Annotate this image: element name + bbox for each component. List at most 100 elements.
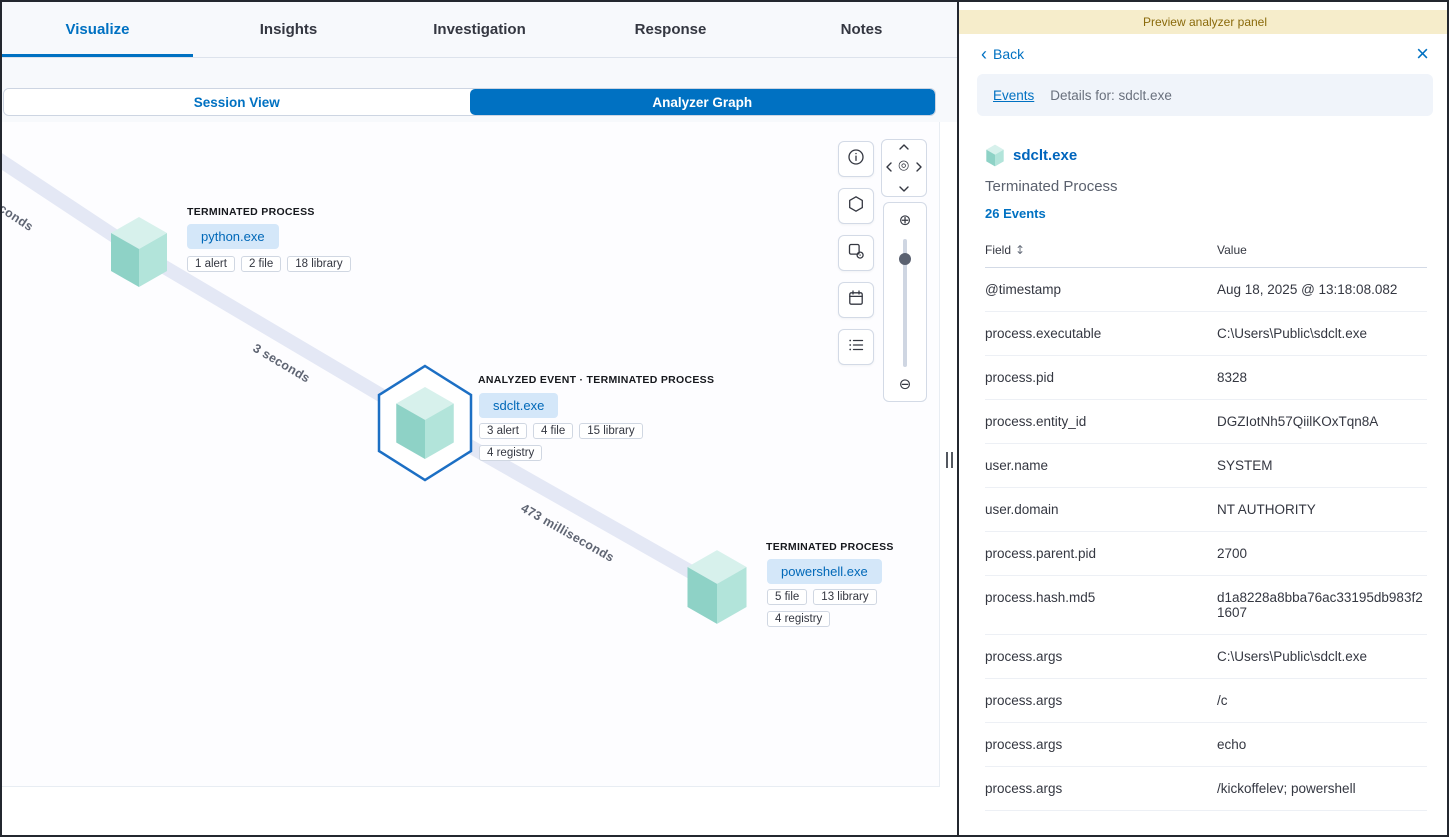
table-row: @timestampAug 18, 2025 @ 13:18:08.082 — [985, 268, 1427, 312]
table-row: process.argsecho — [985, 723, 1427, 767]
table-row: user.nameSYSTEM — [985, 444, 1427, 488]
pan-east-icon[interactable] — [916, 162, 922, 172]
process-cube-icon — [985, 144, 1005, 167]
tab-bar: Visualize Insights Investigation Respons… — [2, 2, 957, 58]
pan-north-icon[interactable] — [899, 144, 909, 150]
sort-icon[interactable]: ↕ — [1015, 243, 1025, 257]
panel-banner: Preview analyzer panel — [959, 10, 1449, 34]
field-name: process.args — [985, 679, 1217, 723]
node-badge: 15 library — [579, 423, 642, 439]
analyzer-graph-canvas[interactable]: seconds 3 seconds 473 milliseconds TERMI… — [2, 122, 940, 787]
chevron-left-icon: ‹ — [981, 47, 987, 61]
table-row: process.entity_idDGZIotNh57QiilKOxTqn8A — [985, 400, 1427, 444]
field-value: echo — [1217, 723, 1427, 767]
table-row: process.pid8328 — [985, 356, 1427, 400]
field-value: d1a8228a8bba76ac33195db983f21607 — [1217, 576, 1427, 635]
field-value: SYSTEM — [1217, 444, 1427, 488]
table-row: process.hash.md5d1a8228a8bba76ac33195db9… — [985, 576, 1427, 635]
list-icon — [847, 336, 865, 359]
pan-west-icon[interactable] — [886, 162, 892, 172]
field-name: process.pid — [985, 356, 1217, 400]
event-list-button[interactable] — [838, 329, 874, 365]
node-badges-python: 1 alert2 file18 library — [187, 256, 351, 272]
field-name: user.domain — [985, 488, 1217, 532]
node-events-link[interactable]: 26 Events — [985, 206, 1046, 221]
panel-nav-row: ‹ Back × — [959, 34, 1449, 70]
field-value: DGZIotNh57QiilKOxTqn8A — [1217, 400, 1427, 444]
field-name: user.name — [985, 444, 1217, 488]
breadcrumb-events-link[interactable]: Events — [993, 88, 1034, 103]
tab-visualize[interactable]: Visualize — [2, 2, 193, 57]
edge-label: 473 milliseconds — [519, 501, 617, 565]
field-name: process.parent.pid — [985, 532, 1217, 576]
edge-label: seconds — [2, 193, 36, 234]
field-name: process.executable — [985, 312, 1217, 356]
field-value: C:\Users\Public\sdclt.exe — [1217, 635, 1427, 679]
zoom-in-icon[interactable]: ⊕ — [884, 211, 926, 229]
node-name-sdclt[interactable]: sdclt.exe — [479, 393, 558, 418]
field-name: @timestamp — [985, 268, 1217, 312]
node-badge: 13 library — [813, 589, 876, 605]
table-row: process.parent.pid2700 — [985, 532, 1427, 576]
node-subtitle: Terminated Process — [985, 178, 1425, 195]
node-settings-icon — [847, 242, 865, 265]
field-table: Field↕ Value @timestampAug 18, 2025 @ 13… — [985, 243, 1427, 811]
table-row: process.executableC:\Users\Public\sdclt.… — [985, 312, 1427, 356]
field-name: process.args — [985, 635, 1217, 679]
node-name-powershell[interactable]: powershell.exe — [767, 559, 882, 584]
process-cube-sdclt[interactable] — [387, 385, 463, 461]
table-row: process.args/kickoffelev; powershell — [985, 767, 1427, 811]
pan-south-icon[interactable] — [899, 186, 909, 192]
session-view-button[interactable]: Session View — [4, 89, 470, 115]
node-name-python[interactable]: python.exe — [187, 224, 279, 249]
process-cube-python[interactable] — [102, 215, 176, 289]
analyzer-main-area: Visualize Insights Investigation Respons… — [2, 2, 957, 835]
tab-response[interactable]: Response — [575, 2, 766, 57]
field-value: Aug 18, 2025 @ 13:18:08.082 — [1217, 268, 1427, 312]
table-row: user.domainNT AUTHORITY — [985, 488, 1427, 532]
breadcrumb-details: Details for: sdclt.exe — [1050, 88, 1172, 103]
table-row: process.argsC:\Users\Public\sdclt.exe — [985, 635, 1427, 679]
view-toggle: Session View Analyzer Graph — [3, 88, 936, 116]
field-value: NT AUTHORITY — [1217, 488, 1427, 532]
breadcrumb: Events Details for: sdclt.exe — [977, 74, 1433, 116]
node-summary: sdclt.exe Terminated Process 26 Events — [959, 116, 1449, 223]
field-value: 8328 — [1217, 356, 1427, 400]
camera-pan-control: ◎ — [881, 139, 927, 197]
node-badges-powershell: 5 file13 library4 registry — [767, 589, 897, 627]
info-button[interactable] — [838, 141, 874, 177]
node-header-python: TERMINATED PROCESS — [187, 206, 315, 218]
node-badge: 1 alert — [187, 256, 235, 272]
tab-insights[interactable]: Insights — [193, 2, 384, 57]
info-icon — [847, 148, 865, 171]
node-title-link[interactable]: sdclt.exe — [1013, 147, 1077, 164]
node-badge: 2 file — [241, 256, 281, 272]
field-name: process.entity_id — [985, 400, 1217, 444]
process-cube-powershell[interactable] — [678, 548, 756, 626]
camera-center-icon[interactable]: ◎ — [898, 158, 909, 173]
table-row: process.args/c — [985, 679, 1427, 723]
column-header-value: Value — [1217, 243, 1427, 268]
field-value: C:\Users\Public\sdclt.exe — [1217, 312, 1427, 356]
zoom-out-icon[interactable]: ⊖ — [884, 375, 926, 393]
node-legend-button[interactable] — [838, 235, 874, 271]
analyzer-graph-button[interactable]: Analyzer Graph — [470, 89, 936, 115]
field-name: process.args — [985, 767, 1217, 811]
back-button[interactable]: ‹ Back — [981, 46, 1024, 62]
calendar-icon — [847, 289, 865, 312]
app-window: Visualize Insights Investigation Respons… — [0, 0, 1449, 837]
tab-notes[interactable]: Notes — [766, 2, 957, 57]
hexagon-icon — [847, 195, 865, 218]
back-label: Back — [993, 46, 1024, 62]
schema-button[interactable] — [838, 188, 874, 224]
zoom-control: ⊕ ⊖ — [883, 202, 927, 402]
date-picker-button[interactable] — [838, 282, 874, 318]
node-badge: 3 alert — [479, 423, 527, 439]
node-badge: 4 file — [533, 423, 573, 439]
node-header-sdclt: ANALYZED EVENT · TERMINATED PROCESS — [478, 374, 714, 386]
panel-resize-handle[interactable] — [946, 452, 953, 468]
zoom-slider-handle[interactable] — [899, 253, 911, 265]
tab-investigation[interactable]: Investigation — [384, 2, 575, 57]
close-icon[interactable]: × — [1412, 44, 1433, 64]
field-value: /c — [1217, 679, 1427, 723]
